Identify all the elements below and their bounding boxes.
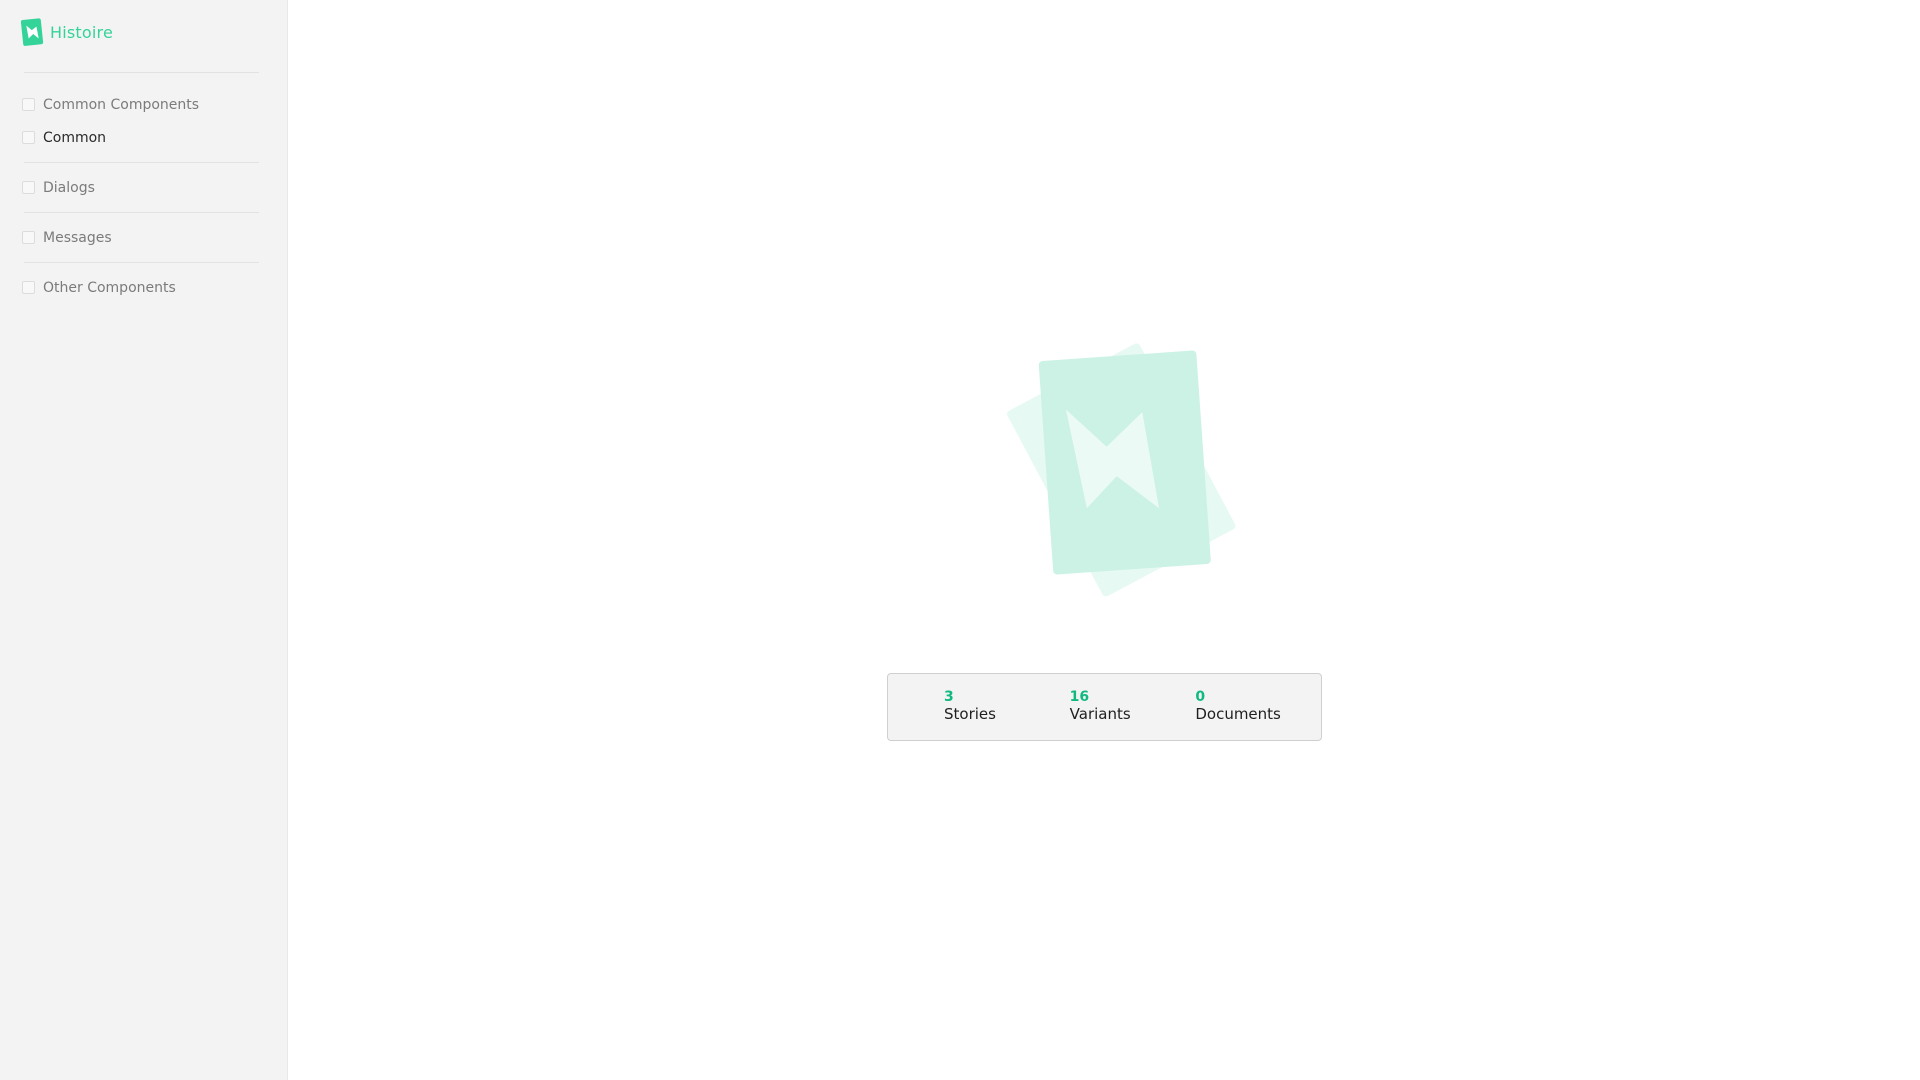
sidebar-item-label: Common Components: [43, 96, 200, 113]
sidebar-item-label: Other Components: [43, 279, 176, 296]
sidebar-item-label: Messages: [43, 229, 112, 246]
stat-stories-label: Stories: [944, 705, 996, 723]
folder-icon: [22, 281, 35, 294]
histoire-hero-logo-icon: [1007, 343, 1236, 596]
stat-documents-label: Documents: [1195, 705, 1281, 723]
sidebar-item-label: Dialogs: [43, 179, 95, 196]
folder-icon: [22, 231, 35, 244]
stat-variants-label: Variants: [1069, 705, 1131, 723]
stat-stories: 3 Stories: [944, 674, 1070, 740]
sidebar-item-messages[interactable]: Messages: [22, 221, 263, 254]
stats-panel: 3 Stories 16 Variants 0 Documents: [887, 673, 1322, 741]
main-content: 3 Stories 16 Variants 0 Documents: [288, 0, 1920, 1080]
stat-stories-value: 3: [944, 689, 954, 705]
stat-documents-value: 0: [1195, 689, 1206, 705]
stat-variants: 16 Variants: [1070, 674, 1196, 740]
app-title: Histoire: [50, 22, 113, 42]
story-icon: [22, 131, 35, 144]
sidebar-item-common[interactable]: Common: [22, 121, 263, 154]
brand[interactable]: Histoire: [20, 16, 263, 48]
histoire-logo-icon: [20, 18, 44, 46]
sidebar-item-label: Common: [43, 129, 107, 146]
folder-icon: [22, 98, 35, 111]
stat-documents: 0 Documents: [1195, 674, 1321, 740]
sidebar-item-other-components[interactable]: Other Components: [22, 271, 263, 304]
folder-icon: [22, 181, 35, 194]
sidebar-item-dialogs[interactable]: Dialogs: [22, 171, 263, 204]
stat-variants-value: 16: [1069, 689, 1090, 705]
sidebar: Histoire Common Components Common Dialog…: [0, 0, 288, 1080]
sidebar-item-common-components[interactable]: Common Components: [22, 88, 263, 121]
app-root: Histoire Common Components Common Dialog…: [0, 0, 1920, 1080]
